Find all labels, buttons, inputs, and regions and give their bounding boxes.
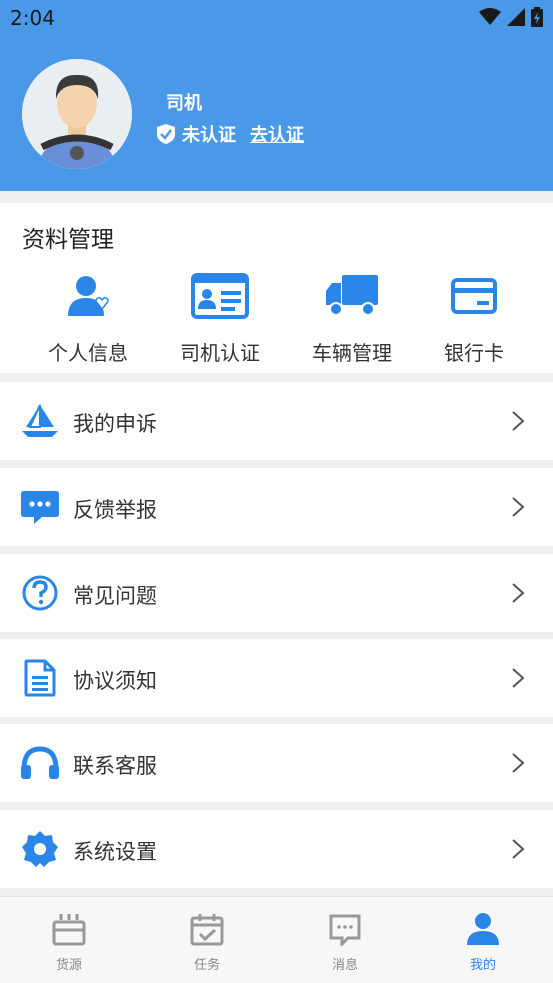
person-heart-icon xyxy=(68,276,109,316)
chat-bubble-icon xyxy=(21,491,59,524)
menu-item-customer-service[interactable]: 联系客服 xyxy=(0,724,553,802)
nav-tab-messages[interactable]: 消息 xyxy=(276,909,414,973)
driver-avatar-icon xyxy=(22,59,132,169)
section-title: 资料管理 xyxy=(22,227,114,253)
id-card-icon xyxy=(191,273,249,319)
question-icon xyxy=(22,575,58,611)
truck-icon xyxy=(326,275,378,316)
boat-icon xyxy=(22,404,58,437)
shield-check-icon xyxy=(157,124,175,144)
vehicle-management-item[interactable]: 车辆管理 xyxy=(286,271,418,366)
profile-header: 2:04 司机 未认证 去认证 xyxy=(0,0,553,191)
menu-label: 我的申诉 xyxy=(73,412,157,436)
user-icon xyxy=(467,913,499,945)
nav-label: 货源 xyxy=(55,958,82,973)
gear-icon xyxy=(22,831,58,867)
go-certify-link[interactable]: 去认证 xyxy=(250,121,304,147)
chevron-right-icon xyxy=(512,839,525,859)
menu-item-settings[interactable]: 系统设置 xyxy=(0,810,553,888)
document-icon xyxy=(24,659,56,697)
menu-item-feedback[interactable]: 反馈举报 xyxy=(0,468,553,546)
headset-icon xyxy=(21,746,59,779)
battery-icon xyxy=(531,7,543,27)
status-time: 2:04 xyxy=(10,6,55,30)
bottom-nav: 货源 任务 消息 我的 xyxy=(0,896,553,983)
menu-item-faq[interactable]: 常见问题 xyxy=(0,554,553,632)
username: 司机 xyxy=(166,93,202,114)
bank-card-icon xyxy=(451,278,497,314)
grid-label: 个人信息 xyxy=(48,341,128,365)
chevron-right-icon xyxy=(512,583,525,603)
box-icon xyxy=(52,914,86,946)
certification-row: 未认证 去认证 xyxy=(156,121,304,147)
calendar-check-icon xyxy=(190,914,224,946)
menu-label: 常见问题 xyxy=(73,584,157,608)
nav-label: 消息 xyxy=(331,958,358,973)
menu-label: 协议须知 xyxy=(73,669,157,693)
bank-card-item[interactable]: 银行卡 xyxy=(408,271,540,366)
nav-tab-tasks[interactable]: 任务 xyxy=(138,909,276,973)
driver-cert-item[interactable]: 司机认证 xyxy=(154,271,286,366)
chevron-right-icon xyxy=(512,411,525,431)
signal-icon xyxy=(507,8,525,26)
grid-label: 车辆管理 xyxy=(312,341,392,365)
status-bar: 2:04 xyxy=(0,0,553,38)
nav-tab-mine[interactable]: 我的 xyxy=(414,909,552,973)
nav-label: 我的 xyxy=(469,958,496,973)
chevron-right-icon xyxy=(512,753,525,773)
nav-tab-cargo[interactable]: 货源 xyxy=(0,909,138,973)
menu-item-appeal[interactable]: 我的申诉 xyxy=(0,382,553,460)
message-icon xyxy=(329,914,361,946)
data-management-section: 资料管理 个人信息 司机认证 车辆管理 银行卡 xyxy=(0,203,553,373)
cert-status: 未认证 xyxy=(182,125,236,146)
nav-label: 任务 xyxy=(193,958,220,973)
menu-label: 联系客服 xyxy=(73,754,157,778)
personal-info-item[interactable]: 个人信息 xyxy=(22,271,154,366)
grid-label: 司机认证 xyxy=(180,341,260,365)
wifi-icon xyxy=(479,8,501,25)
menu-label: 系统设置 xyxy=(73,840,157,864)
chevron-right-icon xyxy=(512,668,525,688)
menu-item-agreement[interactable]: 协议须知 xyxy=(0,639,553,717)
avatar[interactable] xyxy=(22,59,132,169)
menu-label: 反馈举报 xyxy=(73,498,157,522)
grid-label: 银行卡 xyxy=(444,341,504,365)
chevron-right-icon xyxy=(512,497,525,517)
status-icons xyxy=(479,7,543,27)
